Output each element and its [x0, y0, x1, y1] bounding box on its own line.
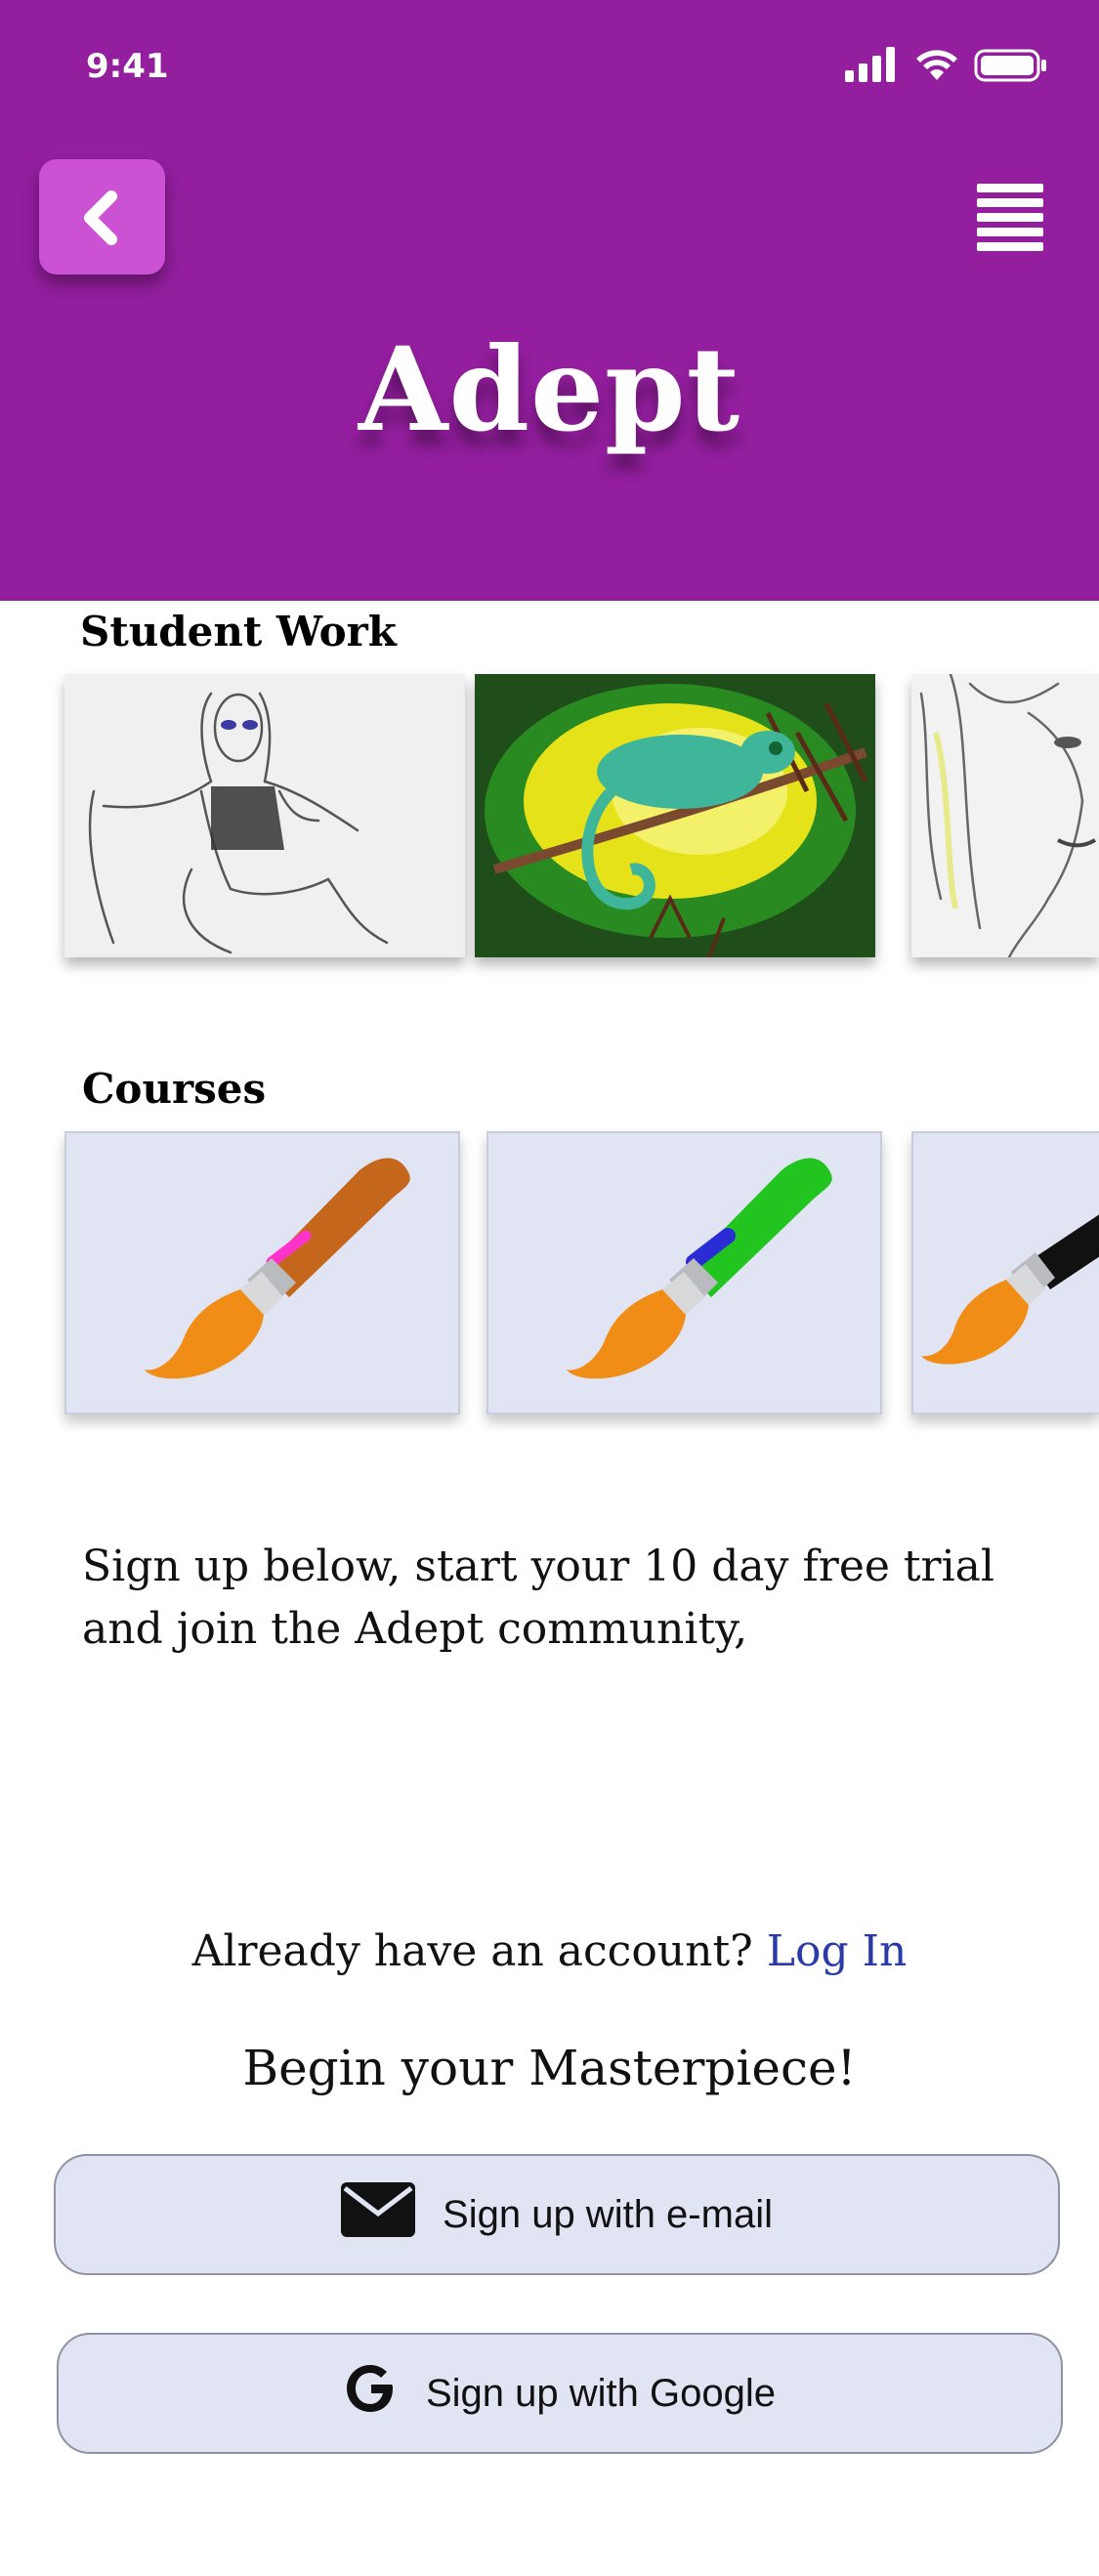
envelope-icon	[341, 2182, 416, 2247]
student-work-item-sketch[interactable]	[64, 674, 465, 957]
student-work-item-chameleon[interactable]	[475, 674, 875, 957]
chevron-left-icon	[72, 189, 131, 251]
courses-title: Courses	[82, 1065, 267, 1113]
status-icons	[845, 47, 1050, 90]
course-card-3[interactable]	[911, 1131, 1099, 1415]
login-link[interactable]: Log In	[767, 1926, 908, 1976]
account-prompt: Already have an account?	[191, 1926, 753, 1976]
google-g-icon	[344, 2361, 399, 2426]
battery-icon	[974, 49, 1048, 86]
back-button[interactable]	[39, 159, 165, 274]
course-card-1[interactable]	[64, 1131, 460, 1415]
wifi-icon	[913, 47, 960, 86]
signup-email-button[interactable]: Sign up with e-mail	[54, 2154, 1060, 2275]
app-title: Adept	[358, 321, 741, 457]
student-work-item-portrait[interactable]	[911, 674, 1099, 957]
paintbrush-icon	[921, 1214, 1099, 1365]
student-work-title: Student Work	[80, 608, 397, 655]
status-time: 9:41	[86, 47, 169, 86]
account-line: Already have an account? Log In	[0, 1926, 1099, 1976]
course-card-2[interactable]	[486, 1131, 882, 1415]
app-header: 9:41 Adept	[0, 0, 1099, 601]
intro-text: Sign up below, start your 10 day free tr…	[82, 1541, 994, 1654]
tagline: Begin your Masterpiece!	[242, 2040, 857, 2096]
hamburger-menu-icon[interactable]	[977, 184, 1043, 251]
signup-email-label: Sign up with e-mail	[443, 2192, 773, 2236]
paintbrush-icon	[567, 1158, 832, 1379]
signup-google-label: Sign up with Google	[425, 2371, 776, 2415]
paintbrush-icon	[145, 1158, 410, 1379]
signup-google-button[interactable]: Sign up with Google	[57, 2333, 1063, 2454]
signal-icon	[845, 47, 898, 86]
